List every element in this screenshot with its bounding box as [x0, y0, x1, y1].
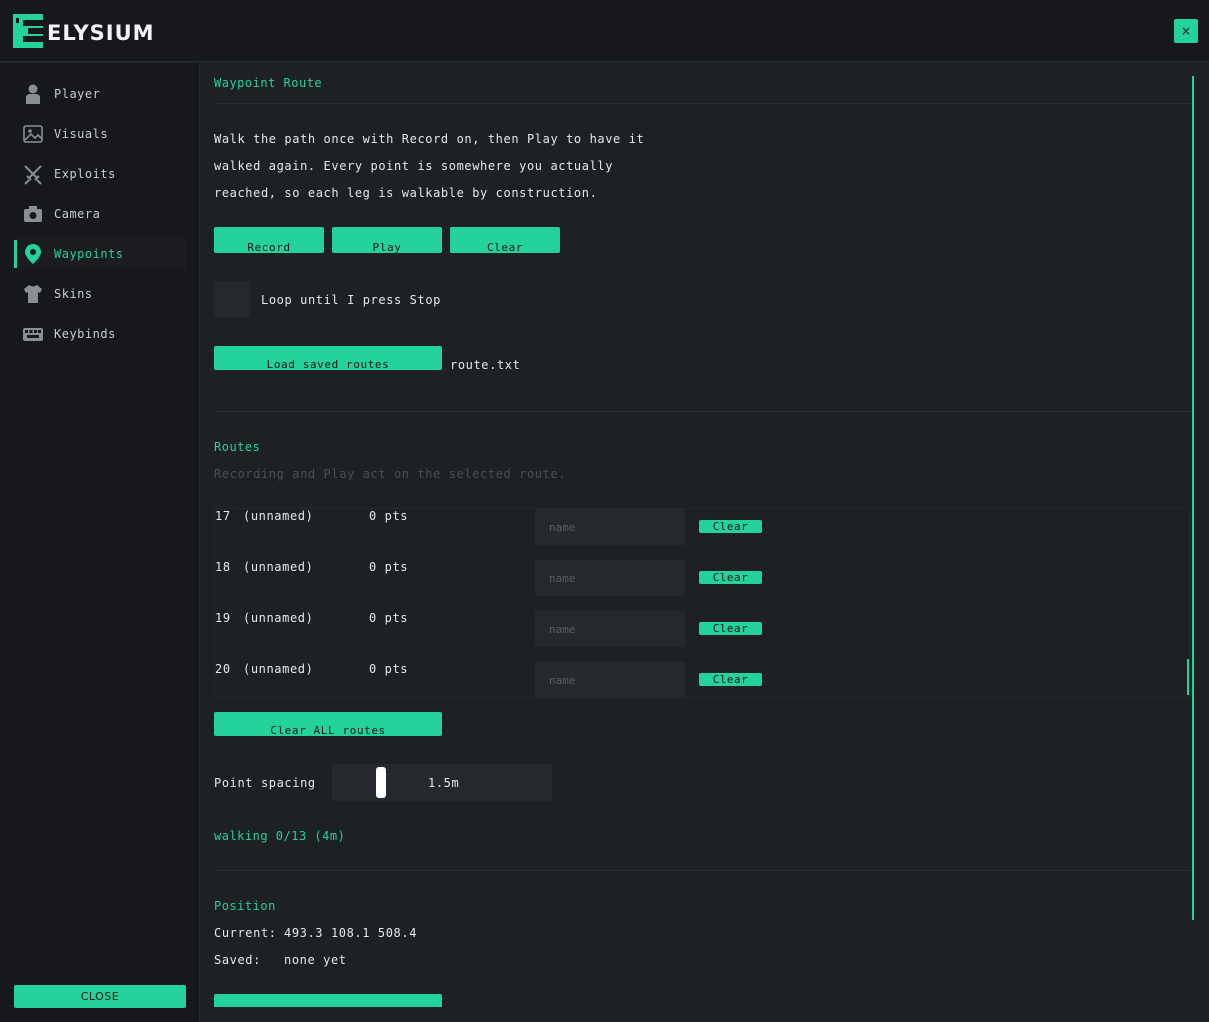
- divider: [214, 870, 1192, 871]
- close-button[interactable]: CLOSE: [14, 985, 186, 1008]
- loop-checkbox[interactable]: [214, 281, 250, 318]
- route-name-input[interactable]: [535, 662, 685, 697]
- logo-mark-icon: [13, 14, 43, 48]
- camera-icon: [24, 206, 42, 222]
- app-header: ELYSIUM ×: [0, 0, 1209, 62]
- saved-position-value: none yet: [284, 953, 347, 967]
- sidebar-item-label: Visuals: [54, 127, 109, 141]
- record-button[interactable]: Record: [214, 227, 324, 253]
- route-clear-button[interactable]: Clear: [699, 571, 762, 584]
- keyboard-icon: [23, 328, 43, 341]
- route-list[interactable]: 17 (unnamed) 0 pts Clear 18 (unnamed) 0 …: [214, 508, 1190, 698]
- clear-all-routes-button[interactable]: Clear ALL routes: [214, 712, 442, 736]
- saved-position-label: Saved:: [214, 953, 261, 967]
- load-saved-routes-label: Load saved routes: [266, 358, 390, 370]
- route-name: (unnamed): [243, 611, 314, 625]
- route-name: (unnamed): [243, 662, 314, 676]
- route-name: (unnamed): [243, 509, 314, 523]
- route-clear-button[interactable]: Clear: [699, 622, 762, 635]
- player-icon: [26, 84, 40, 104]
- routes-title: Routes: [214, 440, 261, 454]
- route-number: 17: [215, 509, 231, 523]
- list-item[interactable]: 19 (unnamed) 0 pts Clear: [215, 611, 1189, 662]
- route-name-input[interactable]: [535, 509, 685, 545]
- clear-route-button-label: Clear: [486, 241, 524, 253]
- image-icon: [23, 125, 43, 143]
- play-button-label: Play: [372, 241, 402, 253]
- sidebar-item-camera[interactable]: Camera: [14, 198, 186, 230]
- shirt-icon: [24, 285, 42, 303]
- list-item[interactable]: 18 (unnamed) 0 pts Clear: [215, 560, 1189, 611]
- route-clear-button[interactable]: Clear: [699, 673, 762, 686]
- point-spacing-slider[interactable]: 1.5m: [332, 764, 552, 801]
- load-saved-routes-button[interactable]: Load saved routes: [214, 346, 442, 370]
- sidebar-item-exploits[interactable]: Exploits: [14, 158, 186, 190]
- sidebar-item-label: Player: [54, 87, 101, 101]
- slider-thumb[interactable]: [376, 767, 386, 798]
- play-button[interactable]: Play: [332, 227, 442, 253]
- sidebar-item-player[interactable]: Player: [14, 78, 186, 110]
- app-logo: ELYSIUM: [13, 14, 155, 48]
- record-button-label: Record: [247, 241, 291, 253]
- route-clear-button[interactable]: Clear: [699, 520, 762, 533]
- sidebar-item-label: Skins: [54, 287, 93, 301]
- walking-status: walking 0/13 (4m): [214, 829, 346, 843]
- route-number: 18: [215, 560, 231, 574]
- loop-label: Loop until I press Stop: [261, 293, 441, 307]
- route-filename: route.txt: [450, 358, 521, 372]
- routes-subtitle: Recording and Play act on the selected r…: [214, 467, 567, 481]
- list-item[interactable]: 17 (unnamed) 0 pts Clear: [215, 509, 1189, 560]
- sidebar-item-keybinds[interactable]: Keybinds: [14, 318, 186, 350]
- route-name-input[interactable]: [535, 560, 685, 596]
- waypoint-route-title: Waypoint Route: [214, 76, 323, 90]
- sidebar: Player Visuals Exploits Camera Waypoints: [0, 63, 200, 1022]
- clear-route-button[interactable]: Clear: [450, 227, 560, 253]
- route-points: 0 pts: [369, 509, 409, 523]
- point-spacing-label: Point spacing: [214, 776, 316, 790]
- sidebar-item-skins[interactable]: Skins: [14, 278, 186, 310]
- main-content: Waypoint Route Walk the path once with R…: [200, 63, 1195, 1007]
- description-line-3: reached, so each leg is walkable by cons…: [214, 186, 598, 200]
- route-points: 0 pts: [369, 611, 409, 625]
- swords-icon: [24, 165, 42, 185]
- description-line-2: walked again. Every point is somewhere y…: [214, 159, 614, 173]
- position-title: Position: [214, 899, 276, 913]
- route-points: 0 pts: [369, 560, 409, 574]
- route-list-scrollbar[interactable]: [1187, 659, 1189, 695]
- sidebar-item-visuals[interactable]: Visuals: [14, 118, 186, 150]
- divider: [214, 411, 1192, 412]
- map-pin-icon: [25, 244, 41, 264]
- sidebar-item-label: Waypoints: [54, 247, 124, 261]
- route-name: (unnamed): [243, 560, 314, 574]
- close-icon[interactable]: ×: [1174, 19, 1198, 43]
- route-number: 19: [215, 611, 231, 625]
- divider: [214, 103, 1192, 104]
- list-item[interactable]: 20 (unnamed) 0 pts Clear: [215, 662, 1189, 697]
- route-number: 20: [215, 662, 231, 676]
- route-points: 0 pts: [369, 662, 409, 676]
- save-position-button[interactable]: [214, 994, 442, 1007]
- current-position-label: Current:: [214, 926, 277, 940]
- point-spacing-value: 1.5m: [428, 776, 460, 790]
- sidebar-item-waypoints[interactable]: Waypoints: [14, 238, 186, 270]
- main-scrollbar[interactable]: [1192, 76, 1194, 920]
- clear-all-routes-label: Clear ALL routes: [270, 724, 386, 736]
- sidebar-item-label: Exploits: [54, 167, 116, 181]
- sidebar-item-label: Keybinds: [54, 327, 116, 341]
- route-name-input[interactable]: [535, 611, 685, 647]
- sidebar-item-label: Camera: [54, 207, 101, 221]
- description-line-1: Walk the path once with Record on, then …: [214, 132, 645, 146]
- current-position-value: 493.3 108.1 508.4: [284, 926, 418, 940]
- app-title: ELYSIUM: [47, 21, 155, 45]
